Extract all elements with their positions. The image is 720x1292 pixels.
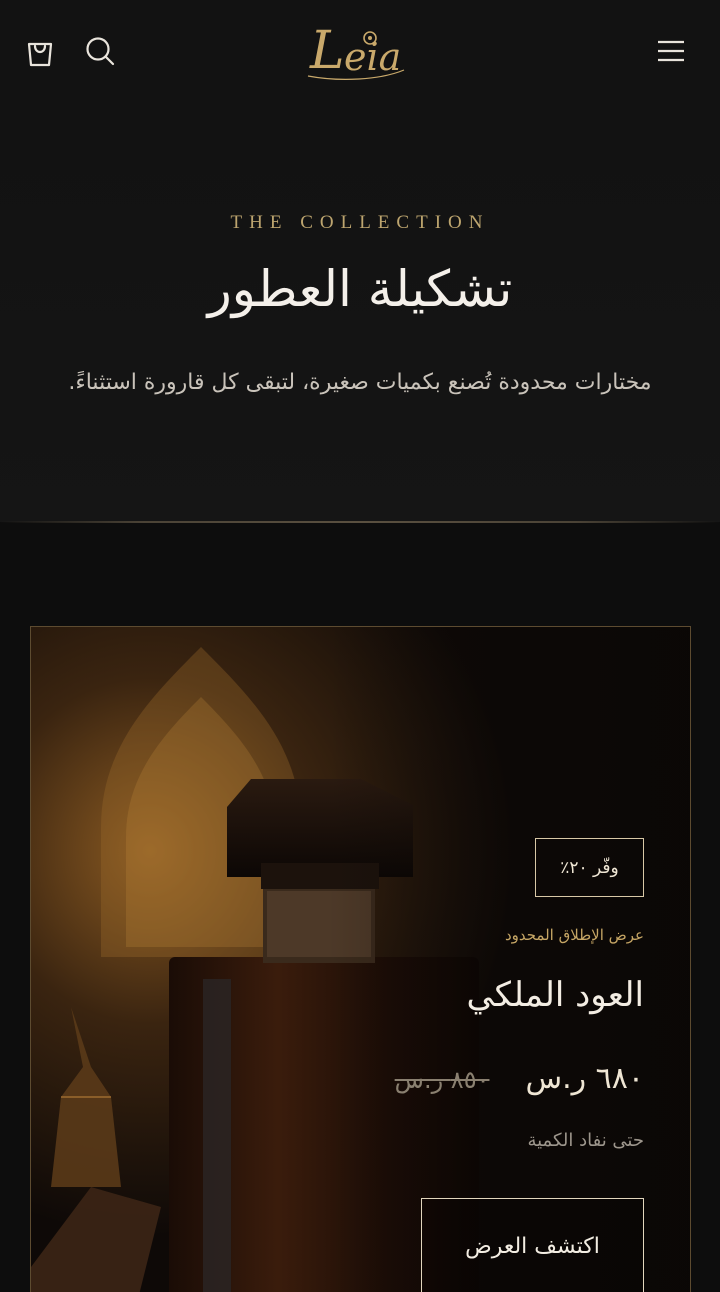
cart-button[interactable] bbox=[22, 33, 58, 69]
current-price: ٦٨٠ ر.س bbox=[525, 1061, 644, 1096]
search-icon bbox=[86, 37, 115, 66]
offer-label: عرض الإطلاق المحدود bbox=[504, 926, 644, 944]
stock-note: حتى نفاد الكمية bbox=[527, 1130, 644, 1151]
hamburger-menu-icon bbox=[658, 40, 684, 62]
page-title: تشكيلة العطور bbox=[207, 260, 513, 318]
brand-logo[interactable]: L eia bbox=[300, 0, 420, 90]
product-card[interactable]: وفّر ٢٠٪ عرض الإطلاق المحدود العود الملك… bbox=[30, 626, 691, 1292]
original-price: ٨٥٠ ر.س bbox=[394, 1066, 490, 1094]
cart-icon bbox=[27, 42, 53, 67]
svg-text:L: L bbox=[309, 21, 345, 81]
product-image bbox=[31, 627, 690, 1292]
discount-badge: وفّر ٢٠٪ bbox=[535, 838, 644, 897]
product-name: العود الملكي bbox=[466, 975, 644, 1015]
section-divider bbox=[0, 521, 720, 523]
top-header: L eia bbox=[0, 0, 720, 104]
discover-offer-button[interactable]: اكتشف العرض bbox=[421, 1198, 644, 1292]
search-button[interactable] bbox=[82, 33, 118, 69]
page-subtitle: مختارات محدودة تُصنع بكميات صغيرة، لتبقى… bbox=[68, 370, 652, 395]
price-row: ٦٨٠ ر.س ٨٥٠ ر.س bbox=[395, 1061, 644, 1096]
menu-button[interactable] bbox=[656, 33, 686, 69]
svg-text:eia: eia bbox=[344, 35, 401, 79]
section-eyebrow: THE COLLECTION bbox=[230, 212, 490, 233]
